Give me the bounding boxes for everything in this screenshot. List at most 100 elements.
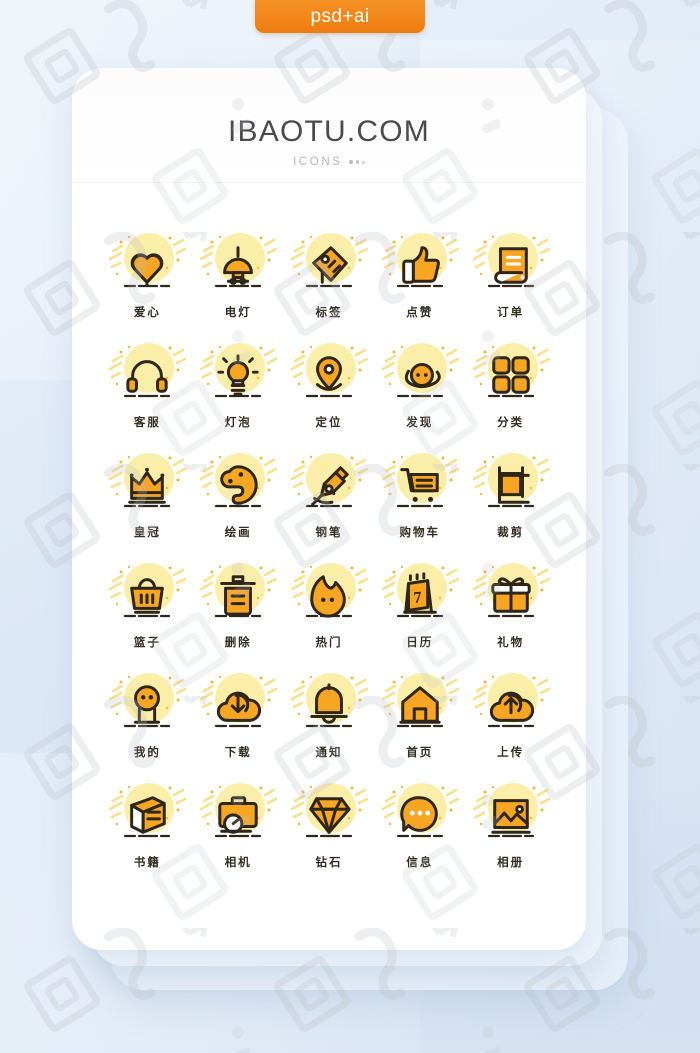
icon-cell-crown[interactable]: 皇冠 — [102, 449, 192, 540]
icon-label: 分类 — [497, 417, 525, 429]
icon-cell-diamond[interactable]: 钻石 — [284, 779, 374, 870]
icon-cell-gift[interactable]: 礼物 — [466, 559, 556, 650]
home-icon[interactable] — [381, 669, 459, 741]
icon-cell-cloud-upload[interactable]: 上传 — [466, 669, 556, 760]
icon-label: 电灯 — [224, 307, 252, 319]
basket-icon[interactable] — [108, 559, 187, 631]
icon-cell-calendar[interactable]: 7 日历 — [375, 559, 465, 650]
page-title: IBAOTU.COM — [227, 115, 430, 148]
shopping-cart-icon[interactable] — [381, 449, 459, 521]
icon-label: 灯泡 — [224, 417, 252, 429]
trash-icon[interactable] — [199, 559, 278, 631]
psd-ai-badge: psd+ai — [255, 0, 425, 33]
subtitle-dots-icon — [348, 160, 365, 164]
desk-lamp-icon[interactable] — [199, 229, 278, 301]
icon-cell-crop[interactable]: 裁剪 — [466, 449, 556, 540]
bell-icon[interactable] — [290, 669, 368, 741]
icon-label: 篮子 — [133, 637, 161, 649]
icon-cell-order-receipt[interactable]: 订单 — [466, 229, 556, 320]
icon-cell-heart[interactable]: 爱心 — [102, 229, 192, 320]
icon-label: 标签 — [315, 307, 343, 319]
icon-cell-planet[interactable]: 发现 — [375, 339, 465, 430]
psd-ai-badge-label: psd+ai — [310, 5, 370, 27]
page-root: psd+ai IBAOTU.COM ICONS 爱心 电灯 标签 点赞 订单 客… — [0, 0, 700, 1053]
icon-label: 订单 — [497, 307, 525, 319]
icon-label: 首页 — [406, 747, 434, 759]
icon-label: 删除 — [224, 637, 252, 649]
icon-cell-trash[interactable]: 删除 — [193, 559, 283, 650]
icon-grid: 爱心 电灯 标签 点赞 订单 客服 灯泡 定位 发现 分类 皇冠 绘画 钢笔 购… — [72, 183, 586, 870]
card-header: IBAOTU.COM ICONS — [72, 68, 586, 183]
icon-cell-flame[interactable]: 热门 — [284, 559, 374, 650]
icon-label: 爱心 — [133, 307, 161, 319]
icon-label: 上传 — [497, 747, 525, 759]
diamond-icon[interactable] — [290, 779, 368, 851]
cloud-upload-icon[interactable] — [472, 669, 550, 741]
page-subtitle: ICONS — [293, 156, 365, 168]
icon-cell-message-bubble[interactable]: 信息 — [375, 779, 465, 870]
icon-label: 点赞 — [406, 307, 434, 319]
camera-icon[interactable] — [199, 779, 278, 851]
thumbs-up-icon[interactable] — [381, 229, 459, 301]
icon-label: 定位 — [315, 417, 343, 429]
calendar-icon[interactable]: 7 — [381, 559, 459, 631]
cloud-download-icon[interactable] — [199, 669, 278, 741]
icon-label: 绘画 — [224, 527, 252, 539]
icon-cell-photo-album[interactable]: 相册 — [466, 779, 556, 870]
icon-cell-desk-lamp[interactable]: 电灯 — [193, 229, 283, 320]
lightbulb-icon[interactable] — [199, 339, 278, 411]
crown-icon[interactable] — [108, 449, 187, 521]
icon-label: 礼物 — [497, 637, 525, 649]
icon-label: 我的 — [133, 747, 161, 759]
icon-cell-category-grid[interactable]: 分类 — [466, 339, 556, 430]
icon-label: 购物车 — [399, 527, 441, 539]
message-bubble-icon[interactable] — [381, 779, 459, 851]
fountain-pen-icon[interactable] — [290, 449, 368, 521]
icon-cell-fountain-pen[interactable]: 钢笔 — [284, 449, 374, 540]
icon-cell-tag[interactable]: 标签 — [284, 229, 374, 320]
icon-cell-headset[interactable]: 客服 — [102, 339, 192, 430]
headset-icon[interactable] — [108, 339, 187, 411]
location-pin-icon[interactable] — [290, 339, 368, 411]
icon-label: 热门 — [315, 637, 343, 649]
book-icon[interactable] — [108, 779, 187, 851]
icon-cell-home[interactable]: 首页 — [375, 669, 465, 760]
gift-icon[interactable] — [472, 559, 550, 631]
icon-cell-cloud-download[interactable]: 下载 — [193, 669, 283, 760]
icon-label: 发现 — [406, 417, 434, 429]
icon-label: 日历 — [406, 637, 434, 649]
icon-cell-user-profile[interactable]: 我的 — [102, 669, 192, 760]
flame-icon[interactable] — [290, 559, 368, 631]
icon-label: 通知 — [315, 747, 343, 759]
icon-label: 相机 — [224, 857, 252, 869]
icon-cell-basket[interactable]: 篮子 — [102, 559, 192, 650]
icon-cell-palette[interactable]: 绘画 — [193, 449, 283, 540]
icon-label: 钢笔 — [315, 527, 343, 539]
icon-cell-lightbulb[interactable]: 灯泡 — [193, 339, 283, 430]
icon-cell-shopping-cart[interactable]: 购物车 — [375, 449, 465, 540]
page-subtitle-text: ICONS — [293, 156, 343, 168]
crop-icon[interactable] — [472, 449, 550, 521]
icon-cell-camera[interactable]: 相机 — [193, 779, 283, 870]
icon-label: 裁剪 — [497, 527, 525, 539]
icon-label: 相册 — [497, 857, 525, 869]
icon-label: 皇冠 — [133, 527, 161, 539]
planet-icon[interactable] — [381, 339, 459, 411]
icon-label: 钻石 — [315, 857, 343, 869]
icon-cell-book[interactable]: 书籍 — [102, 779, 192, 870]
user-profile-icon[interactable] — [108, 669, 187, 741]
icon-cell-thumbs-up[interactable]: 点赞 — [375, 229, 465, 320]
tag-icon[interactable] — [290, 229, 368, 301]
icon-set-card: IBAOTU.COM ICONS 爱心 电灯 标签 点赞 订单 客服 灯泡 定位… — [72, 68, 586, 950]
photo-album-icon[interactable] — [472, 779, 550, 851]
icon-label: 书籍 — [133, 857, 161, 869]
icon-label: 下载 — [224, 747, 252, 759]
category-grid-icon[interactable] — [472, 339, 550, 411]
heart-icon[interactable] — [108, 229, 187, 301]
icon-label: 客服 — [133, 417, 161, 429]
palette-icon[interactable] — [199, 449, 278, 521]
svg-text:7: 7 — [413, 587, 423, 607]
order-receipt-icon[interactable] — [472, 229, 550, 301]
icon-cell-bell[interactable]: 通知 — [284, 669, 374, 760]
icon-cell-location-pin[interactable]: 定位 — [284, 339, 374, 430]
